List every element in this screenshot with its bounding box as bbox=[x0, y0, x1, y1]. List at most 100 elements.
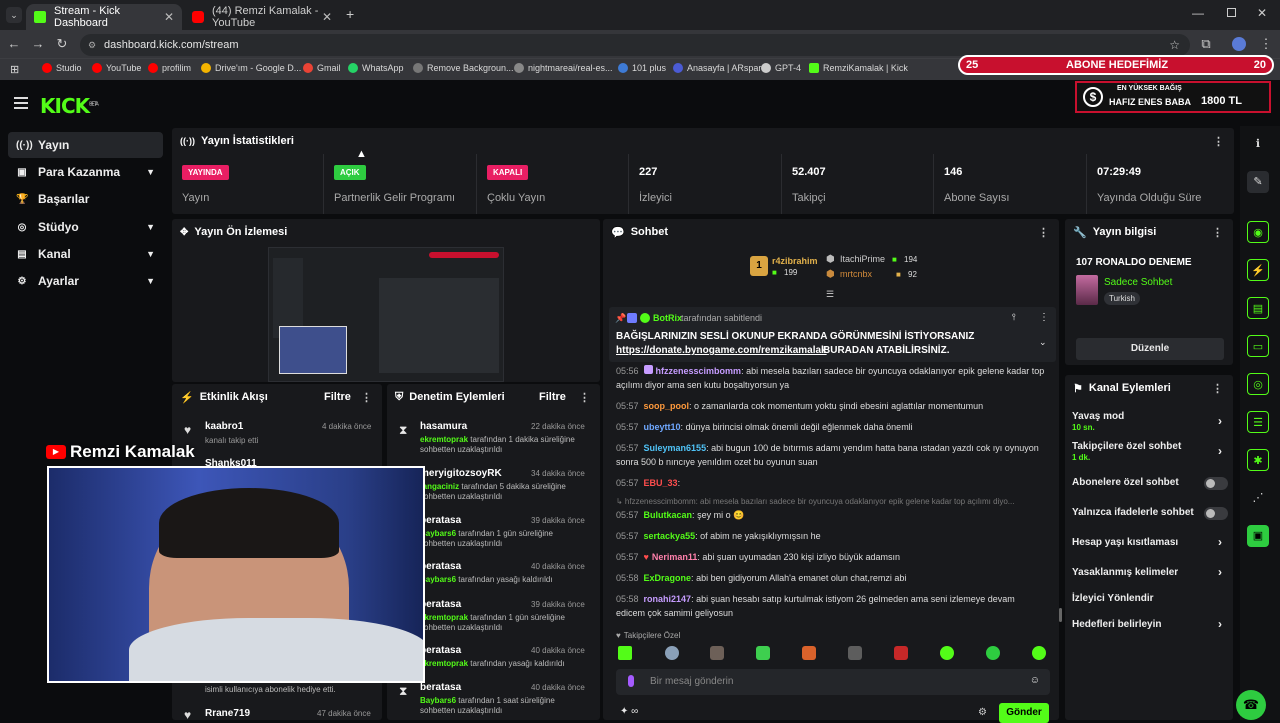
emote-icon[interactable] bbox=[756, 646, 770, 660]
filter-button[interactable]: Filtre bbox=[539, 391, 566, 403]
category-link[interactable]: Sadece Sohbet bbox=[1104, 277, 1172, 288]
info-icon[interactable]: ℹ bbox=[1247, 133, 1269, 155]
microphone-icon[interactable] bbox=[628, 675, 634, 687]
hamburger-menu-icon[interactable] bbox=[14, 97, 28, 109]
close-window-icon[interactable]: ✕ bbox=[1257, 6, 1267, 20]
send-button[interactable]: Gönder bbox=[999, 703, 1049, 723]
reload-icon[interactable]: ↻ bbox=[54, 36, 70, 52]
emoji-icon[interactable]: ☺ bbox=[1030, 675, 1040, 686]
bookmark-drive[interactable]: Drive'ım - Google D... bbox=[201, 63, 301, 73]
channel-action-raid[interactable]: İzleyici Yönlendir bbox=[1072, 593, 1232, 604]
mod-target-user[interactable]: beratasa bbox=[420, 515, 461, 526]
emote-icon[interactable] bbox=[710, 646, 724, 660]
new-tab-icon[interactable]: + bbox=[346, 6, 354, 22]
mod-target-user[interactable]: beratasa bbox=[420, 561, 461, 572]
tab-kick-dashboard[interactable]: Stream - Kick Dashboard ✕ bbox=[26, 4, 182, 30]
profile-icon[interactable] bbox=[1232, 37, 1246, 51]
emote-icon[interactable] bbox=[1032, 646, 1046, 660]
unpin-icon[interactable]: ⫯ bbox=[1012, 312, 1016, 323]
chat-settings-icon[interactable]: ⚙ bbox=[978, 707, 987, 718]
emote-icon[interactable] bbox=[802, 646, 816, 660]
moderator-name[interactable]: ekremtoprak bbox=[420, 613, 468, 622]
bookmark-101plus[interactable]: 101 plus bbox=[618, 63, 666, 73]
msg-user[interactable]: soop_pool bbox=[644, 401, 690, 411]
chat-tools-icon[interactable]: ✦ ∞ bbox=[620, 706, 638, 717]
filter-button[interactable]: Filtre bbox=[324, 391, 351, 403]
broadcast-icon[interactable]: ◎ bbox=[1247, 373, 1269, 395]
close-tab-icon[interactable]: ✕ bbox=[164, 10, 174, 24]
bookmark-whatsapp[interactable]: WhatsApp bbox=[348, 63, 404, 73]
mod-target-user[interactable]: beratasa bbox=[420, 599, 461, 610]
msg-user[interactable]: EBU_33 bbox=[644, 478, 678, 488]
more-options-icon[interactable]: ⋮ bbox=[1212, 226, 1223, 239]
activity-user[interactable]: kaabro1 bbox=[205, 421, 243, 432]
expand-leaderboard-icon[interactable]: ☰ bbox=[826, 289, 834, 300]
chat-scrollbar[interactable] bbox=[1059, 608, 1062, 622]
activity-user[interactable]: Rrane719 bbox=[205, 708, 250, 719]
pencil-icon[interactable]: ✎ bbox=[1247, 171, 1269, 193]
close-tab-icon[interactable]: ✕ bbox=[322, 10, 332, 24]
top-gifter-name[interactable]: mrtcnbx bbox=[840, 269, 872, 279]
help-chat-icon[interactable]: ☎ bbox=[1236, 690, 1266, 720]
channel-action-account-age[interactable]: Hesap yaşı kısıtlaması › bbox=[1072, 535, 1232, 549]
more-options-icon[interactable]: ⋮ bbox=[1212, 382, 1223, 395]
channel-action-followers-only[interactable]: Takipçilere özel sohbet 1 dk. › bbox=[1072, 441, 1232, 463]
maximize-icon[interactable] bbox=[1227, 8, 1236, 17]
more-options-icon[interactable]: ⋮ bbox=[361, 391, 372, 404]
moderator-name[interactable]: Baybars6 bbox=[420, 575, 456, 584]
msg-user[interactable]: hfzzenesscimbomm bbox=[656, 366, 742, 376]
bookmark-remove-bg[interactable]: Remove Backgroun... bbox=[413, 63, 514, 73]
share-icon[interactable]: ⋰ bbox=[1247, 487, 1269, 509]
msg-user[interactable]: Suleyman6155 bbox=[644, 443, 707, 453]
sidebar-item-basarilar[interactable]: 🏆 Başarılar bbox=[8, 186, 163, 212]
tab-list-chevron-icon[interactable]: ⌄ bbox=[6, 7, 22, 23]
msg-user[interactable]: sertackya55 bbox=[644, 531, 696, 541]
msg-user[interactable]: Neriman11 bbox=[652, 552, 698, 562]
minimize-icon[interactable]: — bbox=[1192, 6, 1204, 20]
pinned-more-icon[interactable]: ⋮ bbox=[1039, 312, 1049, 323]
bookmark-nightmareai[interactable]: nightmareai/real-es... bbox=[514, 63, 613, 73]
chat-input[interactable]: Bir mesaj gönderin ☺ bbox=[616, 669, 1050, 695]
mod-target-user[interactable]: meryigitozsoyRK bbox=[420, 468, 502, 479]
top-gifter-name[interactable]: ItachiPrime bbox=[840, 254, 885, 264]
bookmark-profilim[interactable]: profilim bbox=[148, 63, 191, 73]
camera-icon[interactable]: ◉ bbox=[1247, 221, 1269, 243]
bookmark-gpt4[interactable]: GPT-4 bbox=[761, 63, 801, 73]
more-options-icon[interactable]: ⋮ bbox=[1213, 135, 1224, 148]
preview-video[interactable] bbox=[268, 247, 504, 382]
wrench-icon[interactable]: ✱ bbox=[1247, 449, 1269, 471]
chat-bubble-icon[interactable]: ▭ bbox=[1247, 335, 1269, 357]
mod-target-user[interactable]: hasamura bbox=[420, 421, 467, 432]
bookmark-studio[interactable]: Studio bbox=[42, 63, 82, 73]
kick-logo[interactable]: KICKBETA bbox=[40, 94, 99, 118]
mod-target-user[interactable]: beratasa bbox=[420, 645, 461, 656]
browser-menu-icon[interactable]: ⋮ bbox=[1258, 36, 1274, 52]
bookmark-arspar[interactable]: Anasayfa | ARspar bbox=[673, 63, 761, 73]
sidebar-item-studyo[interactable]: ◎ Stüdyo ▼ bbox=[8, 214, 163, 240]
layers-icon[interactable]: ☰ bbox=[1247, 411, 1269, 433]
channel-action-slow-mode[interactable]: Yavaş mod 10 sn. › bbox=[1072, 411, 1232, 433]
sidebar-item-ayarlar[interactable]: ⚙ Ayarlar ▼ bbox=[8, 268, 163, 294]
forward-icon[interactable]: → bbox=[30, 36, 46, 51]
category-thumbnail[interactable] bbox=[1076, 275, 1098, 305]
bookmark-gmail[interactable]: Gmail bbox=[303, 63, 341, 73]
emote-icon[interactable] bbox=[940, 646, 954, 660]
msg-user[interactable]: Bulutkacan bbox=[644, 510, 693, 520]
moderator-name[interactable]: Baybars6 bbox=[420, 696, 456, 705]
site-info-icon[interactable]: ⚙ bbox=[88, 34, 96, 56]
extensions-icon[interactable]: ⧉ bbox=[1198, 36, 1214, 52]
emote-icon[interactable] bbox=[894, 646, 908, 660]
msg-user[interactable]: ExDragone bbox=[644, 573, 692, 583]
sidebar-item-yayin[interactable]: ((·)) Yayın bbox=[8, 132, 163, 158]
msg-user[interactable]: ronahi2147 bbox=[644, 594, 692, 604]
subscribers-only-toggle[interactable] bbox=[1204, 477, 1228, 490]
edit-button[interactable]: Düzenle bbox=[1076, 338, 1224, 360]
sidebar-item-para-kazanma[interactable]: ▣ Para Kazanma ▼ bbox=[8, 159, 163, 185]
emote-icon[interactable] bbox=[986, 646, 1000, 660]
channel-action-banned-words[interactable]: Yasaklanmış kelimeler › bbox=[1072, 565, 1232, 579]
msg-user[interactable]: ubeytt10 bbox=[644, 422, 681, 432]
emote-icon[interactable] bbox=[618, 646, 632, 660]
chevron-down-icon[interactable]: ⌄ bbox=[1039, 337, 1047, 348]
pinned-by-user[interactable]: BotRix bbox=[653, 313, 682, 323]
channel-action-emote-only[interactable]: Yalnızca ifadelerle sohbet bbox=[1072, 507, 1232, 520]
